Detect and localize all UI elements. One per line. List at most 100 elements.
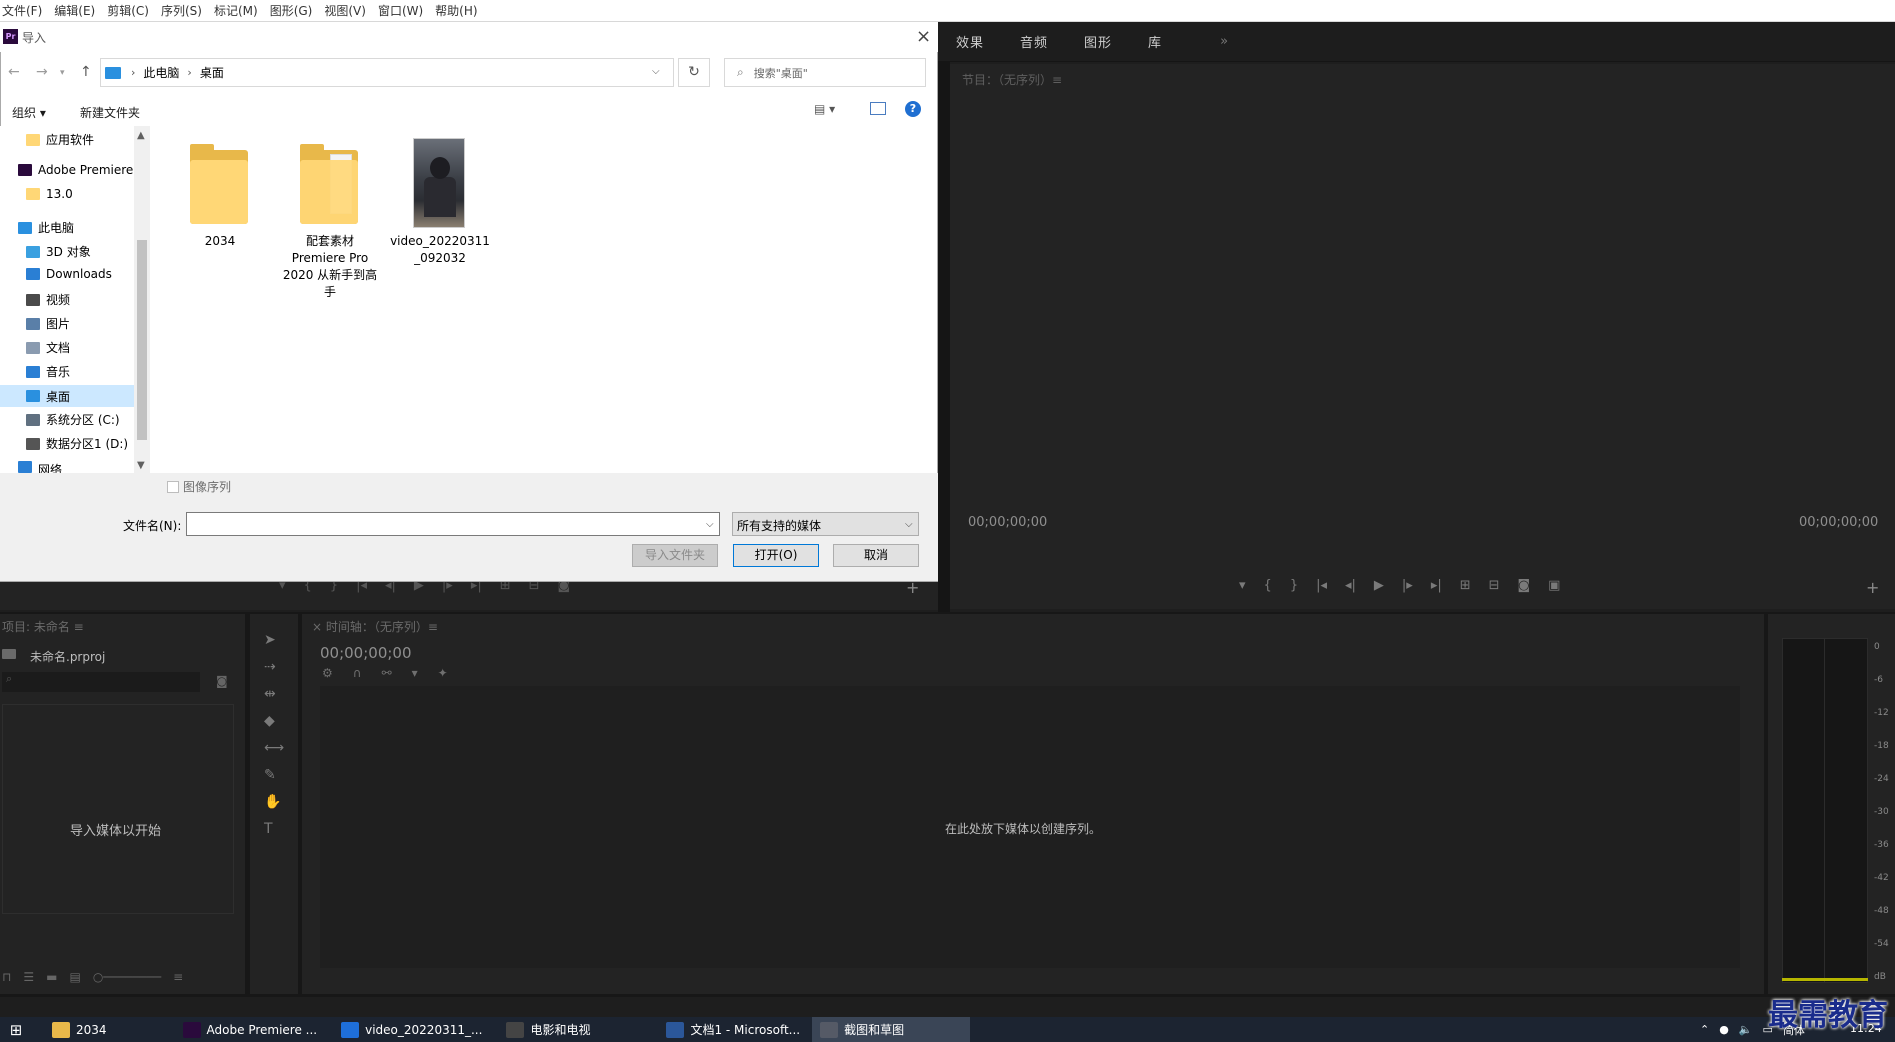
project-search-input[interactable]: ⌕ <box>2 672 200 692</box>
tab-effects[interactable]: 效果 <box>938 32 1002 51</box>
mark-out-icon[interactable]: } <box>1290 578 1298 593</box>
menu-graphics[interactable]: 图形(G) <box>264 2 319 19</box>
timeline-panel-title[interactable]: × 时间轴：（无序列）≡ <box>312 618 438 635</box>
go-to-in-icon[interactable]: |◂ <box>1316 578 1327 593</box>
list-view-icon[interactable]: ☰ <box>23 970 34 984</box>
video-thumbnail[interactable] <box>413 138 465 228</box>
add-marker-icon[interactable]: ▾ <box>412 666 418 680</box>
nav-item-13-0[interactable]: 13.0 <box>26 187 73 201</box>
extract-icon[interactable]: ⊟ <box>1489 578 1500 593</box>
nav-item-videos[interactable]: 视频 <box>26 291 70 308</box>
export-frame-icon[interactable]: ◙ <box>1518 578 1531 593</box>
image-sequence-checkbox[interactable] <box>167 481 179 493</box>
nest-icon[interactable]: ⚙ <box>322 666 333 680</box>
menu-clip[interactable]: 剪辑(C) <box>101 2 155 19</box>
step-back-icon[interactable]: ◂| <box>1345 578 1356 593</box>
new-search-bin-icon[interactable]: ◙ <box>216 674 228 688</box>
cancel-button[interactable]: 取消 <box>833 544 919 567</box>
new-folder-button[interactable]: 新建文件夹 <box>80 104 140 121</box>
folder-icon[interactable] <box>300 144 358 224</box>
nav-item-pictures[interactable]: 图片 <box>26 315 70 332</box>
nav-item-adobe-premiere[interactable]: Adobe Premiere <box>18 163 133 177</box>
zoom-slider[interactable]: ○──────── <box>93 970 161 984</box>
selection-tool-icon[interactable]: ➤ <box>264 632 276 648</box>
project-panel-title[interactable]: 项目: 未命名 ≡ <box>2 618 84 635</box>
filename-input[interactable] <box>186 512 720 536</box>
step-forward-icon[interactable]: |▸ <box>1402 578 1413 593</box>
taskbar-item-snip-sketch[interactable]: 截图和草图 <box>812 1017 971 1042</box>
tab-audio[interactable]: 音频 <box>1002 32 1066 51</box>
wrench-icon[interactable]: ✦ <box>438 666 448 680</box>
razor-tool-icon[interactable]: ◆ <box>264 713 275 729</box>
taskbar-item-word[interactable]: 文档1 - Microsoft... <box>658 1017 808 1042</box>
menu-view[interactable]: 视图(V) <box>318 2 372 19</box>
menu-file[interactable]: 文件(F) <box>0 2 48 19</box>
timeline-timecode[interactable]: 00;00;00;00 <box>320 644 412 662</box>
freeform-view-icon[interactable]: ▤ <box>69 970 80 984</box>
mark-in-icon[interactable]: { <box>1264 578 1272 593</box>
breadcrumb-separator-icon[interactable]: › <box>187 66 191 79</box>
breadcrumb-desktop[interactable]: 桌面 <box>200 64 224 81</box>
file-name-video[interactable]: video_20220311_092032 <box>390 233 490 267</box>
file-name-course-materials[interactable]: 配套素材 Premiere Pro 2020 从新手到高手 <box>280 233 380 301</box>
recent-locations-icon[interactable]: ▾ <box>60 68 65 78</box>
close-icon[interactable]: × <box>916 26 931 47</box>
change-view-button[interactable]: ▤ ▾ <box>814 102 835 116</box>
project-drop-area[interactable] <box>2 704 234 914</box>
taskbar-item-premiere[interactable]: Adobe Premiere ... <box>175 1017 326 1042</box>
icon-view-icon[interactable]: ▬ <box>46 970 57 984</box>
chevron-down-icon[interactable]: ⌵ <box>652 66 660 77</box>
menu-help[interactable]: 帮助(H) <box>429 2 483 19</box>
folder-icon[interactable] <box>190 144 248 224</box>
volume-icon[interactable]: 🔈 <box>1739 1023 1753 1036</box>
nav-item-documents[interactable]: 文档 <box>26 339 70 356</box>
chevron-down-icon[interactable]: ⌵ <box>706 519 714 530</box>
chevron-down-icon[interactable]: ⌵ <box>905 519 913 530</box>
menu-edit[interactable]: 编辑(E) <box>48 2 101 19</box>
tray-app-icon[interactable]: ● <box>1719 1023 1729 1036</box>
taskbar-item-explorer[interactable]: 2034 <box>44 1017 115 1042</box>
add-marker-icon[interactable]: ▾ <box>1239 578 1246 593</box>
help-icon[interactable]: ? <box>905 101 921 117</box>
windows-start-icon[interactable]: ⊞ <box>0 1021 32 1039</box>
track-select-tool-icon[interactable]: ⇢ <box>264 659 276 675</box>
menu-window[interactable]: 窗口(W) <box>372 2 429 19</box>
nav-item-downloads[interactable]: Downloads <box>26 267 112 281</box>
nav-item-app-software[interactable]: 应用软件 <box>26 131 94 148</box>
scroll-up-icon[interactable]: ▲ <box>137 130 145 141</box>
up-arrow-icon[interactable]: ↑ <box>80 64 92 80</box>
taskbar-item-movies-tv[interactable]: 电影和电视 <box>498 1017 598 1042</box>
forward-arrow-icon[interactable]: → <box>36 64 48 80</box>
tab-libraries[interactable]: 库 <box>1130 32 1180 51</box>
file-type-select[interactable]: 所有支持的媒体 <box>732 512 919 536</box>
preview-pane-icon[interactable] <box>870 102 886 115</box>
refresh-icon[interactable]: ↻ <box>678 58 710 87</box>
nav-scrollbar-thumb[interactable] <box>137 240 147 440</box>
import-folder-button[interactable]: 导入文件夹 <box>632 544 718 567</box>
nav-item-drive-c[interactable]: 系统分区 (C:) <box>26 411 120 428</box>
organize-button[interactable]: 组织 ▾ <box>12 104 46 121</box>
hand-tool-icon[interactable]: ✋ <box>264 794 281 810</box>
ripple-edit-tool-icon[interactable]: ⇹ <box>264 686 276 702</box>
sort-icon[interactable]: ≡ <box>173 970 183 984</box>
breadcrumb-this-pc[interactable]: 此电脑 <box>143 64 179 81</box>
tab-graphics[interactable]: 图形 <box>1066 32 1130 51</box>
type-tool-icon[interactable]: T <box>264 821 273 837</box>
slip-tool-icon[interactable]: ⟷ <box>264 740 284 756</box>
open-button[interactable]: 打开(O) <box>733 544 819 567</box>
nav-item-3d-objects[interactable]: 3D 对象 <box>26 243 91 260</box>
more-tabs-icon[interactable]: » <box>1220 34 1228 49</box>
breadcrumb-separator-icon[interactable]: › <box>131 66 135 79</box>
lift-icon[interactable]: ⊞ <box>1460 578 1471 593</box>
nav-item-this-pc[interactable]: 此电脑 <box>18 219 74 236</box>
menu-sequence[interactable]: 序列(S) <box>155 2 208 19</box>
play-icon[interactable]: ▶ <box>1374 578 1384 593</box>
pen-tool-icon[interactable]: ✎ <box>264 767 276 783</box>
scroll-down-icon[interactable]: ▼ <box>137 460 145 471</box>
program-timecode-current[interactable]: 00;00;00;00 <box>968 515 1047 530</box>
comparison-view-icon[interactable]: ▣ <box>1548 578 1560 593</box>
snap-icon[interactable]: ∩ <box>353 666 362 680</box>
search-input[interactable]: ⌕ 搜索"桌面" <box>724 58 926 87</box>
lock-icon[interactable]: ⊓ <box>2 970 11 984</box>
tray-overflow-icon[interactable]: ⌃ <box>1700 1023 1709 1036</box>
